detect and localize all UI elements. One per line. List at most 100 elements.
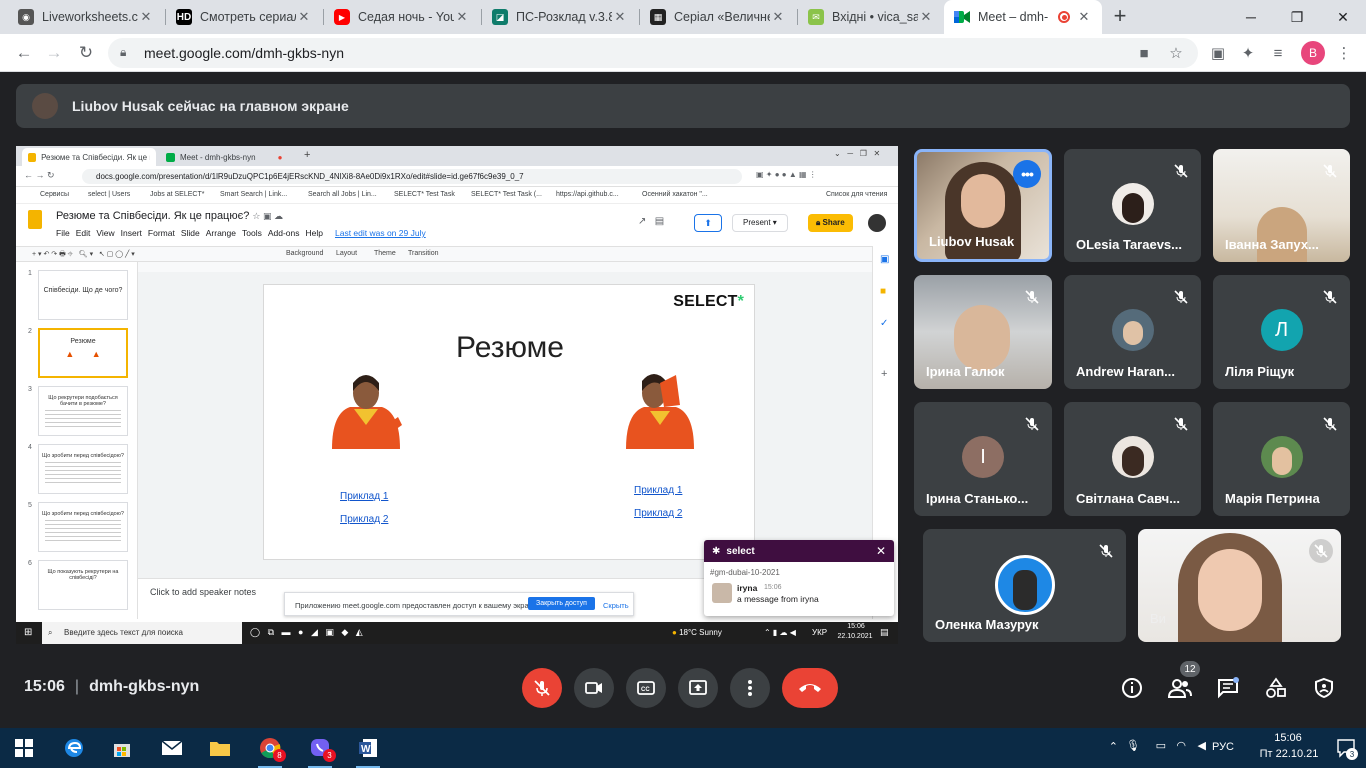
folder-icon xyxy=(210,742,230,756)
menu-dots-icon[interactable]: ⋮ xyxy=(1334,43,1354,63)
forward-button[interactable]: → xyxy=(40,39,68,67)
nav-icons: ← → ↻ xyxy=(24,170,55,180)
back-button[interactable]: ← xyxy=(10,39,38,67)
browser-tab[interactable]: ✉ Вхідні • vica_saba ✕ xyxy=(798,0,944,34)
explorer-taskbar-button[interactable] xyxy=(200,732,240,764)
mail-taskbar-button[interactable] xyxy=(152,732,192,764)
viber-badge: 3 xyxy=(323,749,336,762)
close-icon[interactable]: ✕ xyxy=(454,9,470,25)
svg-text:W: W xyxy=(361,744,371,755)
participant-avatar: I xyxy=(962,436,1004,478)
clock-time[interactable]: 15:06 xyxy=(1258,732,1318,744)
tray-chevron-icon[interactable]: ⌃ xyxy=(1109,740,1118,753)
address-bar[interactable]: 🔒︎ meet.google.com/dmh-gkbs-nyn ■ ☆ xyxy=(108,38,1198,68)
participant-tile-self[interactable]: Ви xyxy=(1138,529,1341,642)
mic-off-icon xyxy=(1094,539,1118,563)
browser-tab[interactable]: ▦ Серіал «Величне ✕ xyxy=(640,0,796,34)
explore-icons: ↗ ▤ xyxy=(638,216,670,227)
participant-tile[interactable]: Марія Петрина xyxy=(1213,402,1350,516)
close-icon[interactable]: ✕ xyxy=(612,9,628,25)
more-options-button[interactable] xyxy=(730,668,770,708)
language-indicator[interactable]: РУС xyxy=(1212,741,1234,753)
camera-icon[interactable]: ■ xyxy=(1134,43,1154,63)
restore-button[interactable]: ❐ xyxy=(1274,0,1320,34)
select-brand: SELECT* xyxy=(673,293,744,310)
mic-off-icon xyxy=(1169,159,1193,183)
participant-tile[interactable]: Оленка Мазурук xyxy=(923,529,1126,642)
notification-icon: ▤ xyxy=(880,627,889,637)
browser-tab[interactable]: ▶ Седая ночь - You ✕ xyxy=(324,0,480,34)
volume-icon[interactable]: ◀︎ xyxy=(1198,739,1206,752)
user-avatar xyxy=(868,214,886,232)
minimize-button[interactable]: ─ xyxy=(1228,0,1274,34)
host-controls-button[interactable] xyxy=(1312,676,1336,700)
activities-icon xyxy=(1266,677,1286,698)
participant-tile[interactable]: Ірина Галюк xyxy=(914,275,1052,389)
wifi-icon[interactable]: ◠ xyxy=(1176,739,1186,752)
edge-taskbar-button[interactable] xyxy=(54,732,94,764)
extension-icon[interactable]: ▣ xyxy=(1208,43,1228,63)
word-taskbar-button[interactable]: W xyxy=(348,732,388,768)
close-icon[interactable]: ✕ xyxy=(138,9,154,25)
presenter-banner-text: Liubov Husak сейчас на главном экране xyxy=(72,98,349,114)
mic-off-icon xyxy=(1318,412,1342,436)
more-options-button[interactable]: ••• xyxy=(1013,160,1041,188)
tool-icons: + ▾ ↶ ↷ 🖶︎ ⌖ 🔍︎ ▾ ↖ ▢ ◯ ╱ ▾ xyxy=(32,251,135,258)
start-button[interactable] xyxy=(4,732,44,764)
search-icon: ⌕ xyxy=(48,628,53,637)
participant-tile[interactable]: Світлана Савч... xyxy=(1064,402,1201,516)
media-control-icon[interactable]: ≡ xyxy=(1268,43,1288,63)
browser-tab[interactable]: ◉ Liveworksheets.co ✕ xyxy=(8,0,164,34)
profile-avatar[interactable]: B xyxy=(1301,41,1325,65)
participants-button[interactable] xyxy=(1168,676,1192,700)
participant-avatar xyxy=(1111,309,1154,351)
end-call-button[interactable] xyxy=(782,668,838,708)
participant-tile[interactable]: Andrew Haran... xyxy=(1064,275,1201,389)
mic-off-icon xyxy=(1020,285,1044,309)
store-taskbar-button[interactable] xyxy=(102,732,142,764)
mic-off-icon xyxy=(534,680,550,696)
notification-center-icon[interactable]: 3 xyxy=(1336,738,1358,760)
participant-tile[interactable]: I Ірина Станько... xyxy=(914,402,1052,516)
liveworksheets-icon: ◉ xyxy=(18,9,34,25)
participant-tile[interactable]: OLesia Taraevs... xyxy=(1064,149,1201,262)
reload-button[interactable]: ↻ xyxy=(72,39,100,67)
present-icon xyxy=(689,680,707,695)
close-icon[interactable]: ✕ xyxy=(1076,9,1092,25)
close-window-button[interactable]: ✕ xyxy=(1320,0,1366,34)
network-icon[interactable]: ▭ xyxy=(1156,739,1166,752)
browser-tab[interactable]: HD Смотреть сериал ✕ xyxy=(166,0,322,34)
mic-icon[interactable]: 🎙︎ xyxy=(1126,739,1140,752)
presenter-avatar xyxy=(32,93,58,119)
participant-tile[interactable]: ••• Liubov Husak xyxy=(914,149,1052,262)
browser-tab[interactable]: ◪ ПС-Розклад v.3.8 ✕ xyxy=(482,0,638,34)
svg-text:CC: CC xyxy=(641,687,650,693)
puzzle-icon[interactable]: ✦ xyxy=(1238,43,1258,63)
chrome-taskbar-button[interactable]: 8 xyxy=(250,732,290,768)
close-icon[interactable]: ✕ xyxy=(770,9,786,25)
participant-avatar xyxy=(994,555,1055,615)
ruler xyxy=(138,262,883,272)
viber-taskbar-button[interactable]: 3 xyxy=(300,732,340,768)
chat-button[interactable] xyxy=(1216,676,1240,700)
info-icon xyxy=(1122,678,1142,698)
shared-tab: Meet - dmh-gkbs-nyn ● xyxy=(160,148,296,166)
weather-widget: ● 18°C Sunny xyxy=(672,628,722,637)
mic-toggle-button[interactable] xyxy=(522,668,562,708)
camera-toggle-button[interactable] xyxy=(574,668,614,708)
close-icon[interactable]: ✕ xyxy=(918,9,934,25)
captions-button[interactable]: CC xyxy=(626,668,666,708)
bookmark-star-icon[interactable]: ☆ xyxy=(1166,43,1186,63)
browser-tab-active[interactable]: Meet – dmh- ✕ xyxy=(944,0,1102,34)
close-icon[interactable]: ✕ xyxy=(876,544,886,558)
doc-title: Резюме та Співбесіди. Як це працює? ☆ ▣ … xyxy=(56,210,283,222)
clock-date[interactable]: Пт 22.10.21 xyxy=(1254,748,1324,760)
new-tab-button[interactable]: + xyxy=(1108,4,1132,28)
participant-tile[interactable]: Л Ліля Ріщук xyxy=(1213,275,1350,389)
meeting-details-button[interactable] xyxy=(1120,676,1144,700)
present-screen-button[interactable] xyxy=(678,668,718,708)
slack-notification[interactable]: ✱ select ✕ #gm-dubai-10-2021 iryna 15:06… xyxy=(704,540,894,616)
participant-tile[interactable]: Іванна Запух... xyxy=(1213,149,1350,262)
activities-button[interactable] xyxy=(1264,676,1288,700)
close-icon[interactable]: ✕ xyxy=(296,9,312,25)
